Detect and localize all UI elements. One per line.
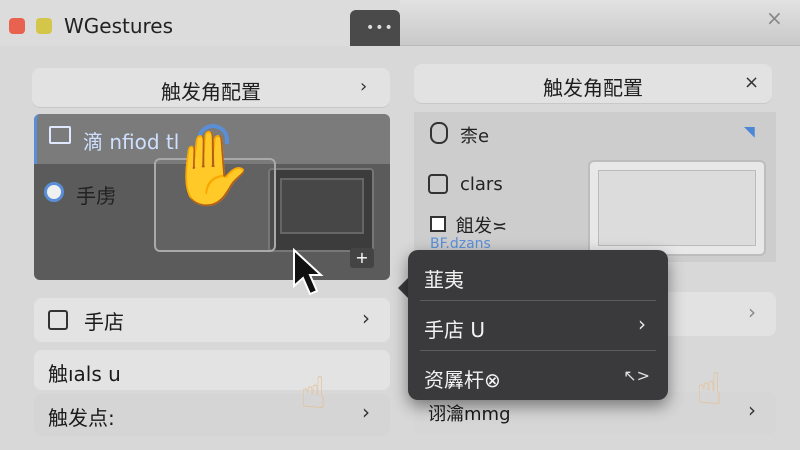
minimize-window-button[interactable] — [36, 18, 52, 34]
chevron-right-icon: › — [638, 312, 646, 336]
right-row-c[interactable]: 飷发≍ BF.dzans — [414, 206, 594, 254]
left-row-2[interactable]: 触ıals u — [34, 350, 390, 390]
context-menu-item-1[interactable]: 韮夷 — [424, 264, 464, 293]
add-icon[interactable]: + — [350, 248, 374, 268]
thumbnail-window — [598, 170, 756, 246]
app-title: WGestures — [64, 14, 174, 38]
menu-divider — [420, 350, 656, 351]
gesture-icon — [430, 122, 448, 144]
app-window: WGestures ••• × 触发角配置 › 滴 nfiod tl 手虏 ✋ … — [0, 0, 800, 450]
right-row-e-label: 诩瀹mmg — [428, 404, 511, 425]
right-preview-thumbnail — [588, 160, 766, 256]
title-tab — [0, 0, 400, 46]
laptop-icon — [49, 126, 71, 144]
left-row-3-label: 触发点: — [48, 406, 115, 430]
pie-icon — [44, 182, 64, 202]
pointing-hand-icon: ☝ — [300, 368, 327, 419]
context-menu-item-3[interactable]: 资羼杆⊗ — [424, 364, 501, 393]
hand-trigger-row[interactable]: 手虏 — [34, 176, 154, 210]
right-row-a[interactable]: 柰e — [414, 114, 776, 152]
thumbnail-window — [280, 178, 364, 234]
close-icon[interactable]: × — [744, 72, 759, 93]
pointing-hand-icon: ☝ — [696, 364, 723, 415]
gesture-icon — [428, 174, 448, 194]
menu-divider — [420, 300, 656, 301]
close-window-button[interactable] — [9, 18, 25, 34]
close-icon[interactable]: × — [766, 6, 783, 30]
left-panel-title: 触发角配置 — [161, 80, 261, 104]
context-menu-shortcut: ↖> — [623, 366, 650, 385]
selected-row-label: 滴 nfiod tl — [83, 130, 180, 154]
right-row-a-label: 柰e — [460, 126, 490, 147]
chevron-right-icon: › — [362, 400, 370, 424]
title-bar: WGestures ••• × — [0, 0, 800, 46]
hand-icon: ✋ — [166, 126, 256, 210]
right-panel-header[interactable]: 触发角配置 × — [414, 64, 772, 104]
left-panel-header[interactable]: 触发角配置 › — [32, 68, 390, 108]
left-row-3[interactable]: 触发点: › — [34, 394, 390, 436]
context-menu-item-2[interactable]: 手店 U — [424, 314, 485, 343]
context-menu: 韮夷 手店 U › 资羼杆⊗ ↖> — [408, 250, 668, 400]
cursor-icon — [293, 248, 324, 296]
left-row-1[interactable]: 手店 › — [34, 298, 390, 342]
link-icon — [48, 310, 68, 330]
preview-thumbnail — [268, 168, 374, 252]
left-header-chevron-icon[interactable]: › — [360, 76, 367, 97]
chevron-right-icon: › — [362, 306, 370, 330]
left-row-1-label: 手店 — [84, 310, 124, 334]
left-row-2-label: 触ıals u — [48, 362, 121, 386]
right-row-c-label: 飷发≍ — [456, 216, 508, 237]
chevron-right-icon: › — [748, 398, 756, 422]
more-icon: ••• — [366, 20, 394, 36]
hand-row-label: 手虏 — [76, 184, 116, 208]
blue-triangle-icon: ◥ — [744, 124, 755, 140]
chevron-right-icon: › — [748, 300, 756, 324]
right-panel-title: 触发角配置 — [543, 76, 643, 100]
checkbox-icon — [430, 216, 446, 232]
right-row-b[interactable]: clars — [414, 166, 594, 204]
right-row-b-label: clars — [460, 174, 503, 195]
